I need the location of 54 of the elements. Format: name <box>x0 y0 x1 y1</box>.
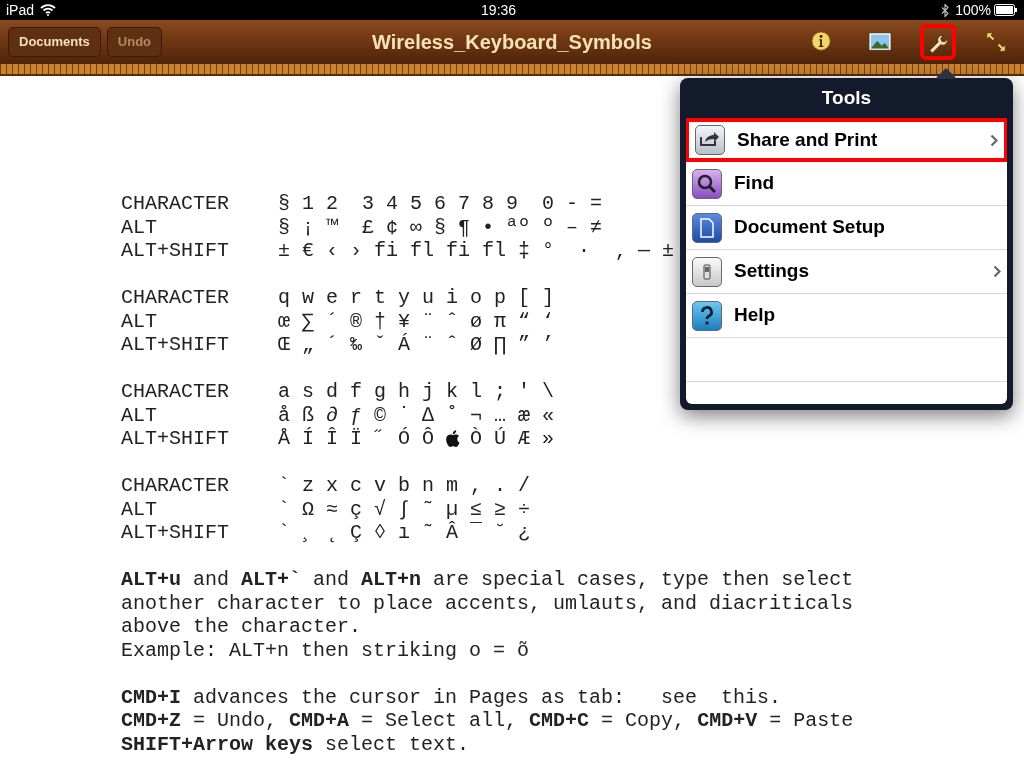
document-icon <box>692 212 722 243</box>
symbol-list: Å Í Î Ï ˝ Ó Ô <box>278 427 435 451</box>
document-title: Wireless_Keyboard_Symbols <box>372 30 652 55</box>
device-name: iPad <box>6 0 35 20</box>
row-label: CHARACTER <box>121 286 231 310</box>
apple-icon <box>444 430 460 448</box>
menu-item[interactable]: Share and Print <box>686 118 1007 162</box>
popover-pointer <box>935 68 957 79</box>
row-label: ALT <box>121 403 158 427</box>
magnifier-icon <box>692 168 722 199</box>
row-label: CHARACTER <box>121 192 231 216</box>
symbol-list: a s d f g h j k l ; ' \ <box>278 380 555 404</box>
paragraph: Example: ALT+n then striking o = õ <box>121 638 531 662</box>
symbol-list: ± € ‹ › fi fl fi fl ‡ ° · ‚ — ± <box>278 239 675 263</box>
question-mark-icon <box>692 300 722 331</box>
symbol-list: § 1 2 3 4 5 6 7 8 9 0 - = <box>278 192 603 216</box>
expand-arrows-icon <box>984 30 1008 54</box>
symbol-list: å ß ∂ ƒ © ˙ ∆ ˚ ¬ … æ « <box>278 403 555 427</box>
symbol-list: ` Ω ≈ ç √ ∫ ˜ µ ≤ ≥ ÷ <box>278 497 531 521</box>
symbol-list: § ¡ ™ £ ¢ ∞ § ¶ • ªº º – ≠ <box>278 215 603 239</box>
row-label: ALT <box>121 215 158 239</box>
paragraph: CMD+I advances the cursor in Pages as tab: see this. <box>121 685 783 709</box>
symbol-list: ` z x c v b n m , . / <box>278 474 531 498</box>
symbol-list: Ò Ú Æ » <box>470 427 555 451</box>
battery-icon <box>994 4 1018 16</box>
wifi-icon <box>40 4 57 16</box>
row-label: ALT+SHIFT <box>121 239 231 263</box>
clock-time: 19:36 <box>481 0 517 20</box>
tools-button[interactable] <box>920 24 956 60</box>
row-label: ALT+SHIFT <box>121 427 231 451</box>
toolbar-button[interactable]: Documents <box>8 27 101 57</box>
picture-icon <box>868 30 892 54</box>
menu-item[interactable]: Help <box>686 294 1007 338</box>
switch-icon <box>692 256 722 287</box>
bluetooth-icon <box>941 3 950 17</box>
symbol-list: q w e r t y u i o p [ ] <box>278 286 555 310</box>
row-label: ALT+SHIFT <box>121 333 231 357</box>
paragraph: SHIFT+Arrow keys select text. <box>121 732 471 756</box>
info-icon <box>810 30 834 54</box>
row-label: ALT+SHIFT <box>121 521 231 545</box>
row-label: ALT <box>121 309 158 333</box>
battery-percent: 100% <box>955 0 991 20</box>
menu-item[interactable]: Find <box>686 162 1007 206</box>
row-label: CHARACTER <box>121 380 231 404</box>
row-label: ALT <box>121 497 158 521</box>
row-label: CHARACTER <box>121 474 231 498</box>
menu-item[interactable]: Document Setup <box>686 206 1007 250</box>
popover-title: Tools <box>821 85 872 110</box>
symbol-list: œ ∑ ´ ® † ¥ ¨ ˆ ø π “ ‘ <box>278 309 555 333</box>
paragraph: ALT+u and ALT+` and ALT+n are special cases, type then select another character to place accents, umlauts, and diacriticals above the character. <box>121 568 855 639</box>
symbol-list: ` ¸ ˛ Ç ◊ ı ˜ Â ¯ ˘ ¿ <box>278 521 531 545</box>
symbol-list: Œ „ ´ ‰ ˇ Á ¨ ˆ Ø ∏ ” ’ <box>278 333 555 357</box>
paragraph: CMD+Z = Undo, CMD+A = Select all, CMD+C = Copy, CMD+V = Paste <box>121 709 855 733</box>
menu-item[interactable]: Settings <box>686 250 1007 294</box>
